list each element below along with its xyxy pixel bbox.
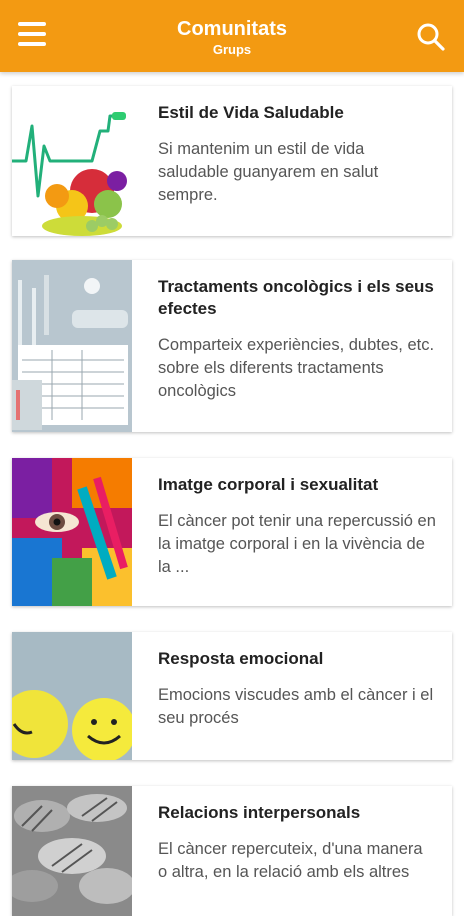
app-bar: Comunitats Grups: [0, 0, 464, 72]
app-bar-titles: Comunitats Grups: [0, 16, 464, 58]
group-description: Emocions viscudes amb el càncer i el seu…: [158, 686, 434, 727]
body-image-image: [12, 458, 132, 606]
search-icon[interactable]: [416, 22, 446, 52]
oncology-treatments-image: [12, 260, 132, 432]
group-title: Imatge corporal i sexualitat: [158, 475, 379, 494]
group-card-interpersonal-relations[interactable]: Relacions interpersonals El càncer reper…: [12, 786, 452, 916]
card-text: Resposta emocional Emocions viscudes amb…: [132, 632, 452, 760]
group-title: Estil de Vida Saludable: [158, 103, 344, 122]
card-text: Estil de Vida Saludable Si mantenim un e…: [132, 86, 452, 236]
group-description: Si mantenim un estil de vida saludable g…: [158, 140, 379, 204]
emotional-response-image: [12, 632, 132, 760]
page-subtitle: Grups: [212, 42, 252, 57]
group-description: Comparteix experiències, dubtes, etc. so…: [158, 336, 435, 400]
page-title: Comunitats: [177, 18, 287, 40]
group-card-emotional-response[interactable]: Resposta emocional Emocions viscudes amb…: [12, 632, 452, 760]
group-card-body-image[interactable]: Imatge corporal i sexualitat El càncer p…: [12, 458, 452, 606]
card-text: Imatge corporal i sexualitat El càncer p…: [132, 458, 452, 606]
interpersonal-relations-image: [12, 786, 132, 916]
group-title: Tractaments oncològics i els seus efecte…: [158, 277, 434, 318]
group-card-oncology-treatments[interactable]: Tractaments oncològics i els seus efecte…: [12, 260, 452, 432]
group-card-healthy-lifestyle[interactable]: Estil de Vida Saludable Si mantenim un e…: [12, 86, 452, 236]
group-title: Resposta emocional: [158, 649, 324, 668]
group-title: Relacions interpersonals: [158, 803, 361, 822]
healthy-lifestyle-image: [12, 86, 132, 236]
card-text: Tractaments oncològics i els seus efecte…: [132, 260, 452, 432]
card-text: Relacions interpersonals El càncer reper…: [132, 786, 452, 916]
group-description: El càncer repercuteix, d'una manera o al…: [158, 840, 423, 881]
group-description: El càncer pot tenir una repercussió en l…: [158, 512, 436, 576]
